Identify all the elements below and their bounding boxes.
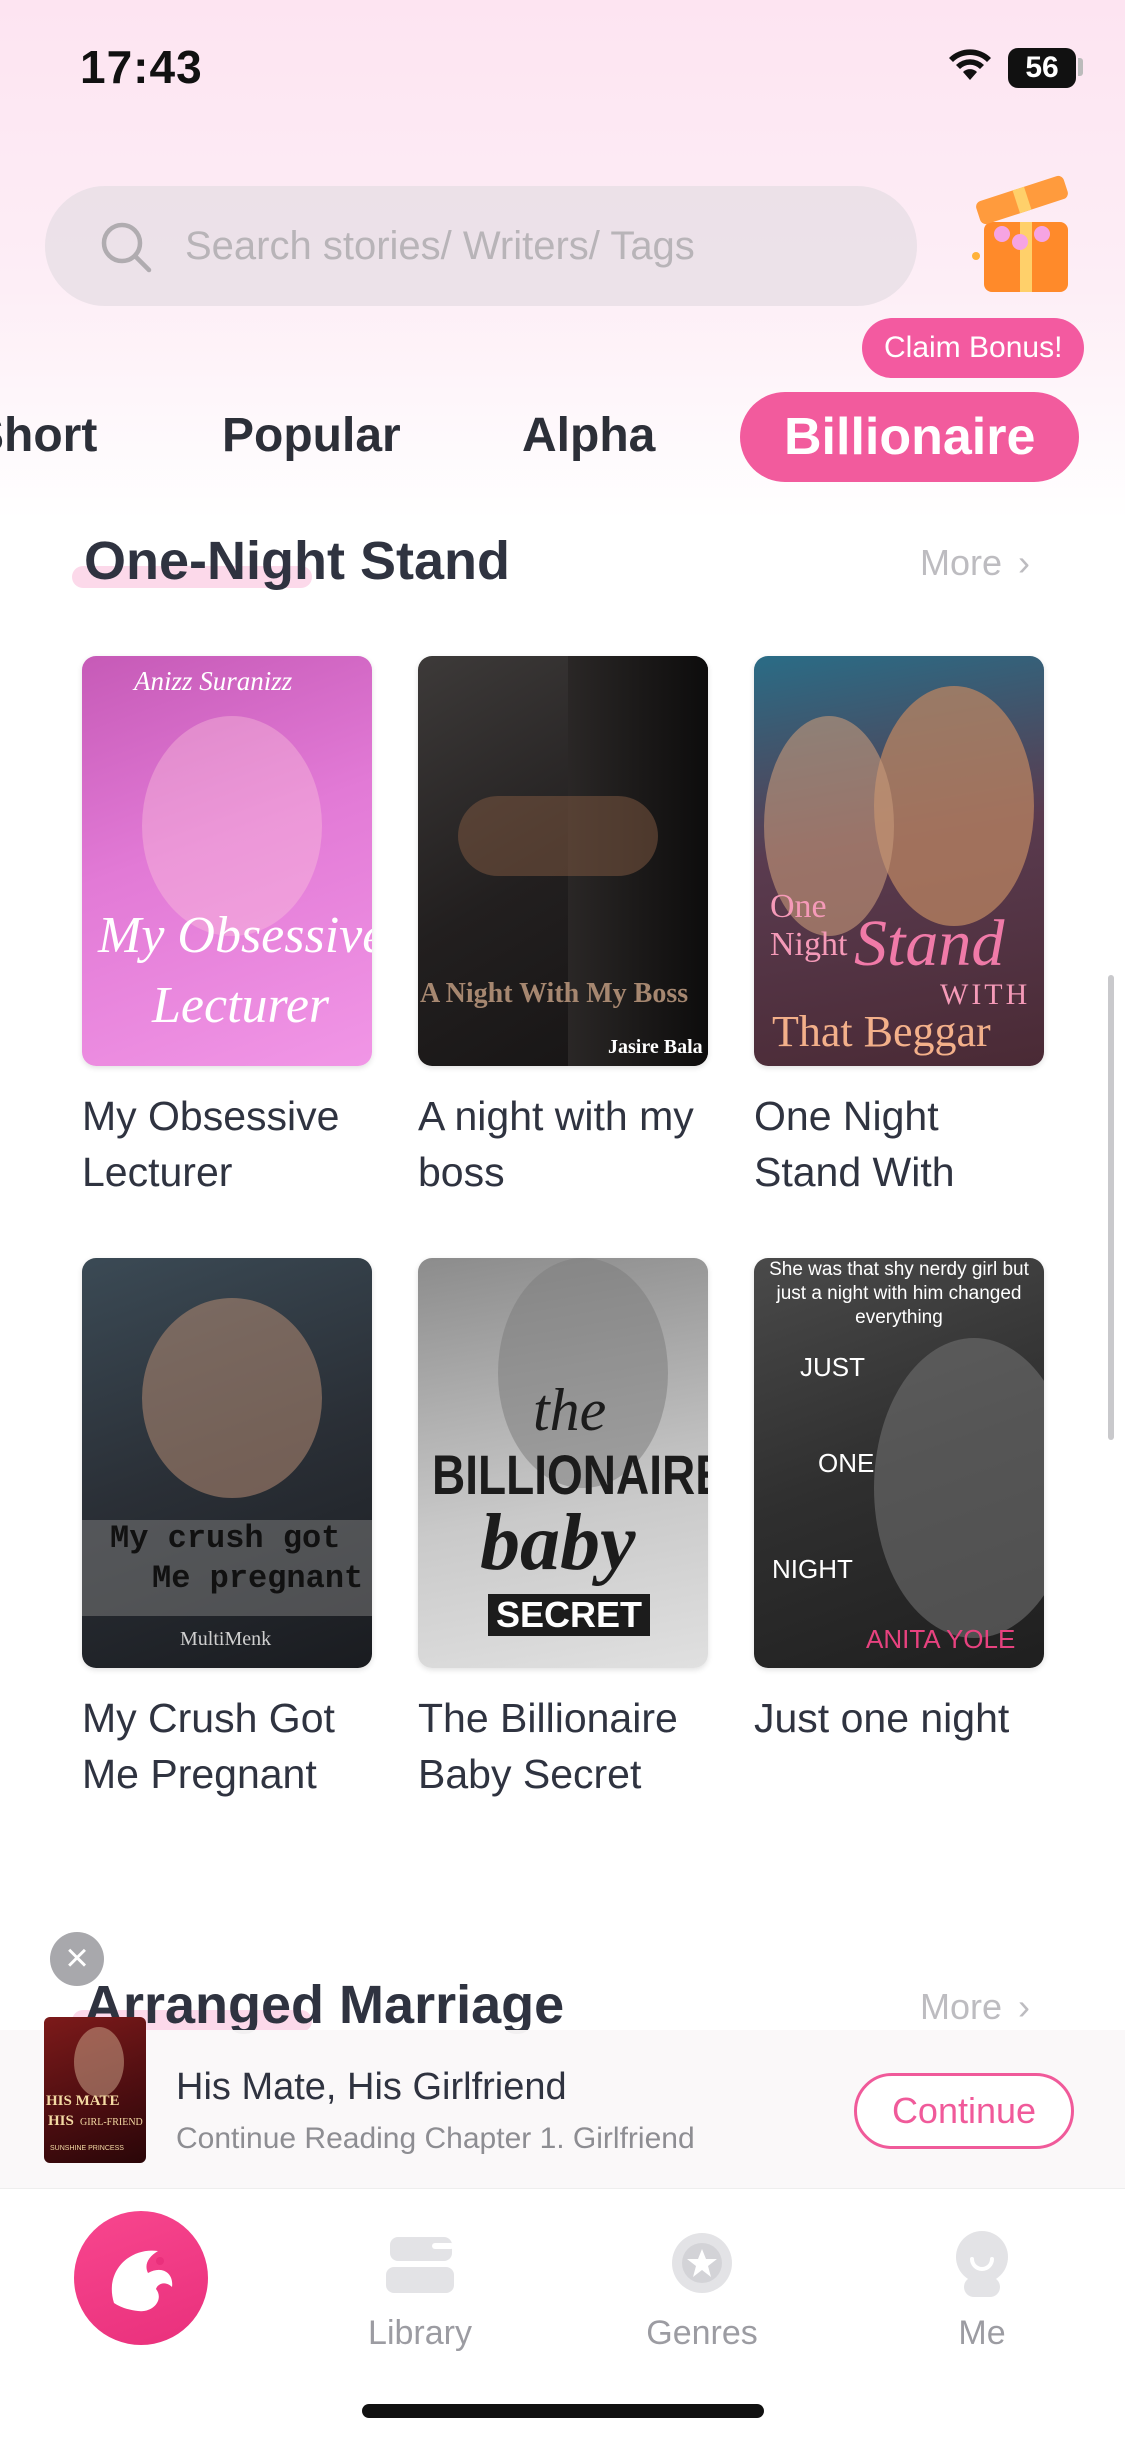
cover-author: MultiMenk [180,1628,272,1650]
book-card[interactable]: Anizz Suranizz My Obsessive Lecturer My … [82,656,374,1200]
book-cover[interactable]: the BILLIONAIRE baby SECRET [418,1258,708,1668]
library-label: Library [368,2314,472,2352]
cover-tagline: She was that shy nerdy girl but just a n… [769,1259,1029,1328]
continue-button[interactable]: Continue [854,2073,1074,2149]
cover-title: Lecturer [152,977,330,1034]
book-card[interactable]: A Night With My Boss Jasire Bala A night… [418,656,710,1200]
library-icon [386,2237,454,2293]
claim-bonus-button[interactable]: Claim Bonus! [862,318,1085,378]
cover-title: Me pregnant [152,1560,364,1597]
chevron-right-icon: › [1018,542,1031,583]
cover-title: A Night With My Boss [420,978,689,1009]
book-title: A night with my boss [418,1093,694,1195]
chevron-right-icon: › [1018,1986,1031,2027]
cover-title: ONE [818,1448,875,1478]
me-tab[interactable]: Me [892,2229,1072,2353]
home-logo-icon [111,2250,173,2312]
status-time: 17:43 [80,41,203,93]
cover-title: the [533,1377,607,1443]
cover-title: One [770,888,827,925]
cover-title: SECRET [488,1594,651,1636]
book-cover[interactable]: My crush got Me pregnant MultiMenk [82,1258,372,1668]
more-label: More [920,542,1003,583]
book-cover[interactable]: A Night With My Boss Jasire Bala [418,656,708,1066]
battery-icon: 56 [1008,48,1076,88]
tab-popular[interactable]: Popular [222,408,401,463]
cover-title: JUST [800,1352,865,1382]
search-placeholder: Search stories/ Writers/ Tags [185,224,695,268]
section-title: One-Night Stand [84,531,510,591]
more-link[interactable]: More › [920,1986,1030,2028]
book-title: One Night Stand With [754,1093,955,1195]
cover-title: Stand [854,907,1005,980]
book-card[interactable]: My crush got Me pregnant MultiMenk My Cr… [82,1258,374,1802]
section-header-one-night-stand: One-Night Stand More › [0,520,1125,610]
search-icon [101,222,152,273]
tab-alpha[interactable]: Alpha [522,408,655,463]
tab-short[interactable]: Short [0,408,97,463]
gift-icon[interactable] [962,160,1082,300]
me-label: Me [958,2314,1006,2352]
continue-reading-subtitle: Continue Reading Chapter 1. Girlfriend [176,2122,695,2155]
cover-title: Night [770,926,848,963]
book-cover[interactable]: Anizz Suranizz My Obsessive Lecturer [82,656,372,1066]
book-card[interactable]: She was that shy nerdy girl but just a n… [754,1258,1046,1746]
cover-author: Jasire Bala [608,1036,703,1058]
continue-reading-cover[interactable]: HIS MATE HIS GIRL-FRIEND SUNSHINE PRINCE… [44,2017,146,2163]
cover-author: SUNSHINE PRINCESS [50,2145,124,2152]
cover-author: ANITA YOLE [866,1624,1016,1654]
home-indicator [362,2404,764,2418]
section-title: Arranged Marriage [84,1975,565,2035]
cover-title: My Obsessive [98,907,372,964]
cover-title: My crush got [110,1520,341,1557]
more-label: More [920,1986,1003,2027]
genres-tab[interactable]: Genres [612,2229,792,2353]
cover-title: That Beggar [772,1007,991,1056]
book-card[interactable]: One Night Stand WITH That Beggar One Nig… [754,656,1046,1200]
genres-icon [672,2233,732,2293]
close-icon[interactable]: × [50,1932,104,1986]
tab-billionaire[interactable]: Billionaire [740,392,1080,482]
cover-title: HIS [48,2113,74,2129]
home-tab[interactable] [74,2211,208,2345]
profile-icon [956,2231,1008,2297]
more-link[interactable]: More › [920,542,1030,584]
continue-reading-title: His Mate, His Girlfriend [176,2066,567,2108]
cover-title: HIS MATE [46,2093,120,2109]
wifi-icon [949,49,991,80]
book-title: The Billionaire Baby Secret [418,1695,678,1797]
bottom-tab-bar: Library Genres Me [0,2188,1125,2437]
book-title: My Crush Got Me Pregnant [82,1695,335,1797]
battery-tip [1078,58,1083,76]
scrollbar[interactable] [1108,975,1114,1440]
book-title: Just one night [754,1695,1010,1741]
cover-author: Anizz Suranizz [134,666,293,696]
category-tabs: Short Popular Alpha Billionaire [0,392,1125,482]
cover-title: NIGHT [772,1554,853,1584]
book-cover[interactable]: One Night Stand WITH That Beggar [754,656,1044,1066]
book-title: My Obsessive Lecturer [82,1093,340,1195]
book-cover[interactable]: She was that shy nerdy girl but just a n… [754,1258,1044,1668]
search-input[interactable]: Search stories/ Writers/ Tags [45,186,917,306]
book-card[interactable]: the BILLIONAIRE baby SECRET The Billiona… [418,1258,710,1802]
cover-title: baby [480,1499,636,1587]
library-tab[interactable]: Library [330,2229,510,2353]
status-bar: 17:43 56 [0,0,1125,130]
genres-label: Genres [646,2314,758,2352]
cover-title: GIRL-FRIEND [80,2117,143,2128]
